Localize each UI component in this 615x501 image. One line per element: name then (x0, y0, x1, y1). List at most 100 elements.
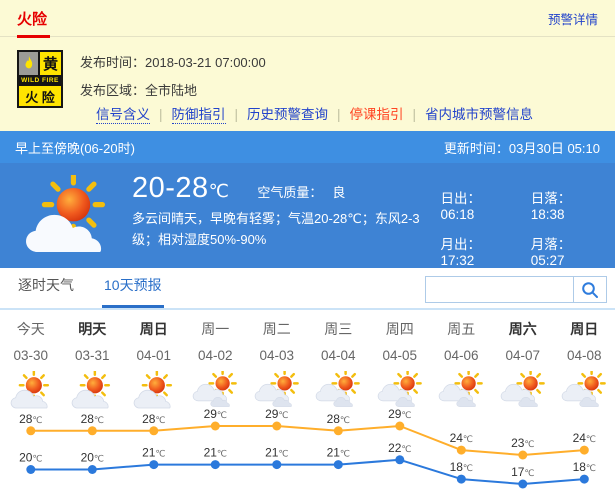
publish-area-row: 发布区域：全市陆地 (80, 80, 266, 99)
high-temp-label: 28℃ (327, 412, 350, 426)
forecast-column-10[interactable]: 周日04-08 (554, 310, 615, 409)
update-time: 更新时间：03月30日 05:10 (444, 138, 600, 157)
high-temp-point (272, 422, 281, 431)
link-separator: | (413, 107, 417, 122)
active-title-underline (17, 35, 50, 38)
search-input[interactable] (426, 277, 573, 302)
high-temp-label: 23℃ (511, 436, 534, 450)
current-conditions-panel: 20-28℃ 空气质量：良 多云间晴天，早晚有轻雾；气温20-28℃；东风2-3… (0, 163, 615, 268)
low-temp-point (88, 465, 97, 474)
page-title[interactable]: 火险 (17, 8, 47, 29)
search-icon (581, 281, 599, 299)
high-temp-point (518, 451, 527, 460)
period-label: 早上至傍晚(06-20时) (15, 138, 135, 157)
high-temp-point (580, 446, 589, 455)
forecast-tab-bar: 逐时天气 10天预报 (0, 268, 615, 310)
sunrise-time: 日出：06:18 (440, 187, 508, 222)
alert-link-4[interactable]: 停课指引 (350, 107, 404, 122)
search-button[interactable] (573, 277, 606, 302)
day-name: 周日 (554, 310, 615, 339)
moonrise-time: 月出：17:32 (440, 233, 508, 268)
low-temp-label: 21℃ (327, 446, 350, 460)
day-name: 今天 (0, 310, 62, 339)
high-temp-point (26, 426, 35, 435)
flame-icon (19, 52, 40, 75)
low-temp-point (334, 460, 343, 469)
high-temp-point (395, 422, 404, 431)
high-temp-line (31, 426, 585, 455)
date-label: 03-31 (62, 348, 124, 363)
low-temp-point (26, 465, 35, 474)
low-temp-point (395, 455, 404, 464)
forecast-column-2[interactable]: 明天 03-31 (62, 310, 124, 409)
day-name: 明天 (62, 310, 124, 339)
low-temp-label: 22℃ (388, 441, 411, 455)
tab-hourly-weather[interactable]: 逐时天气 (16, 275, 76, 308)
link-separator: | (159, 107, 163, 122)
day-name: 周六 (492, 310, 554, 339)
low-temp-label: 20℃ (81, 451, 104, 465)
day-name: 周一 (185, 310, 247, 339)
weather-description: 多云间晴天，早晚有轻雾；气温20-28℃；东风2-3级；相对湿度50%-90% (132, 208, 440, 250)
low-temp-point (518, 480, 527, 489)
tab-10day-forecast[interactable]: 10天预报 (102, 275, 164, 308)
day-name: 周二 (246, 310, 308, 339)
low-temp-point (211, 460, 220, 469)
alert-link-2[interactable]: 防御指引 (172, 107, 226, 124)
high-temp-point (211, 422, 220, 431)
ten-day-forecast: 今天03-30明天03-31周日04-01周一04-02周二04-03周三04-… (0, 310, 615, 501)
day-name: 周三 (308, 310, 370, 339)
moonset-time: 月落：05:27 (531, 233, 599, 268)
date-label: 03-30 (0, 348, 62, 363)
publish-time-row: 发布时间：2018-03-21 07:00:00 (80, 52, 266, 71)
link-separator: | (235, 107, 239, 122)
forecast-columns: 今天03-30明天03-31周日04-01周一04-02周二04-03周三04-… (0, 310, 615, 409)
fire-warning-badge: 黄 WILD FIRE 火 险 (17, 50, 63, 108)
day-name: 周四 (369, 310, 431, 339)
high-temp-point (149, 426, 158, 435)
sun-moon-times: 日出：06:18 日落：18:38 月出：17:32 月落：05:27 (440, 187, 601, 268)
date-label: 04-05 (369, 348, 431, 363)
low-temp-label: 18℃ (573, 460, 596, 474)
low-temp-point (149, 460, 158, 469)
low-temp-line (31, 460, 585, 484)
high-temp-label: 29℃ (204, 407, 227, 421)
alert-link-5[interactable]: 省内城市预警信息 (425, 107, 533, 122)
forecast-column-1[interactable]: 今天 03-30 (0, 310, 62, 409)
forecast-column-3[interactable]: 周日04-01 (123, 310, 185, 409)
weather-hero-icon (20, 173, 120, 268)
forecast-column-7[interactable]: 周四 04-05 (369, 310, 431, 409)
alert-links: 信号含义|防御指引|历史预警查询|停课指引|省内城市预警信息 (87, 103, 615, 123)
high-temp-label: 29℃ (388, 407, 411, 421)
day-name: 周五 (431, 310, 493, 339)
date-label: 04-03 (246, 348, 308, 363)
low-temp-point (457, 475, 466, 484)
high-temp-label: 28℃ (142, 412, 165, 426)
alert-link-3[interactable]: 历史预警查询 (247, 107, 328, 122)
high-temp-label: 24℃ (573, 431, 596, 445)
forecast-column-4[interactable]: 周一 04-02 (185, 310, 247, 409)
forecast-column-9[interactable]: 周六 04-07 (492, 310, 554, 409)
low-temp-label: 21℃ (142, 446, 165, 460)
badge-label: 火 险 (19, 86, 61, 106)
badge-english: WILD FIRE (19, 75, 61, 86)
high-temp-point (88, 426, 97, 435)
high-temp-label: 24℃ (450, 431, 473, 445)
publish-time-label: 发布时间： (80, 55, 145, 70)
publish-time-value: 2018-03-21 07:00:00 (145, 55, 266, 70)
date-label: 04-06 (431, 348, 493, 363)
date-label: 04-02 (185, 348, 247, 363)
publish-area-value: 全市陆地 (145, 83, 197, 98)
forecast-column-5[interactable]: 周二 04-03 (246, 310, 308, 409)
low-temp-point (272, 460, 281, 469)
warning-details-link[interactable]: 预警详情 (548, 9, 598, 28)
forecast-column-6[interactable]: 周三04-04 (308, 310, 370, 409)
high-temp-label: 28℃ (19, 412, 42, 426)
low-temp-point (580, 475, 589, 484)
date-label: 04-07 (492, 348, 554, 363)
forecast-column-8[interactable]: 周五 04-06 (431, 310, 493, 409)
alert-link-1[interactable]: 信号含义 (96, 107, 150, 124)
forecast-period-banner: 早上至傍晚(06-20时) 更新时间：03月30日 05:10 (0, 131, 615, 163)
sunset-time: 日落：18:38 (531, 187, 599, 222)
low-temp-label: 21℃ (265, 446, 288, 460)
